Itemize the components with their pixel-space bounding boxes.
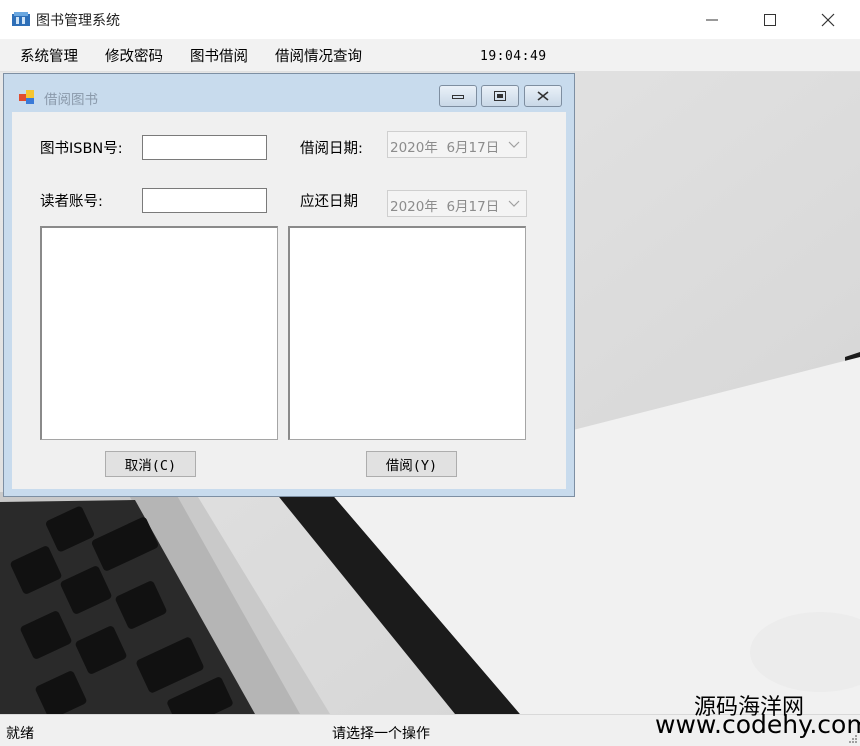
clock: 19:04:49 [480,49,547,64]
dialog-restore-button[interactable] [481,85,519,107]
isbn-input[interactable] [142,135,267,160]
isbn-label: 图书ISBN号: [40,141,123,157]
due-date-value: 2020年 6月17日 [390,199,500,215]
reader-info-panel[interactable] [288,226,526,440]
status-message: 请选择一个操作 [332,726,430,742]
minimize-icon [706,19,718,20]
maximize-button[interactable] [741,0,799,39]
minimize-button[interactable] [683,0,741,39]
app-icon [12,12,30,26]
chevron-down-icon [508,200,520,207]
status-ready-text: 就绪 [6,726,34,742]
dialog-client-area: 图书ISBN号: 读者账号: 借阅日期: 2020年 6月17日 应还日期 20… [12,112,566,489]
due-date-picker[interactable]: 2020年 6月17日 [387,190,527,217]
dialog-title: 借阅图书 [44,92,98,108]
borrow-date-picker[interactable]: 2020年 6月17日 [387,131,527,158]
dialog-minimize-button[interactable] [439,85,477,107]
reader-account-label: 读者账号: [40,194,103,210]
menu-item-borrow-book[interactable]: 图书借阅 [190,45,248,66]
menu-bar: 系统管理 修改密码 图书借阅 借阅情况查询 19:04:49 [0,39,860,72]
borrow-date-label: 借阅日期: [300,141,363,157]
reader-account-input[interactable] [142,188,267,213]
book-info-panel[interactable] [40,226,278,440]
maximize-icon [764,13,776,26]
restore-icon [494,91,506,101]
borrow-book-dialog: 借阅图书 图书ISBN号: 读者账号: 借阅日期: 2020年 6月17日 应还… [3,73,575,497]
borrow-date-value: 2020年 6月17日 [390,140,500,156]
close-icon [537,91,549,101]
menu-item-borrow-query[interactable]: 借阅情况查询 [275,45,362,66]
menu-item-system[interactable]: 系统管理 [20,45,78,66]
dialog-close-button[interactable] [524,85,562,107]
form-icon [19,90,34,104]
window-title: 图书管理系统 [36,13,120,29]
borrow-button[interactable]: 借阅(Y) [366,451,457,477]
watermark-url: www.codehy.com [655,710,860,739]
due-date-label: 应还日期 [300,194,358,210]
cancel-button[interactable]: 取消(C) [105,451,196,477]
minimize-icon [452,95,464,99]
close-button[interactable] [799,0,857,39]
menu-item-change-password[interactable]: 修改密码 [105,45,163,66]
chevron-down-icon [508,141,520,148]
close-icon [821,13,835,26]
main-title-bar: 图书管理系统 [0,0,860,39]
